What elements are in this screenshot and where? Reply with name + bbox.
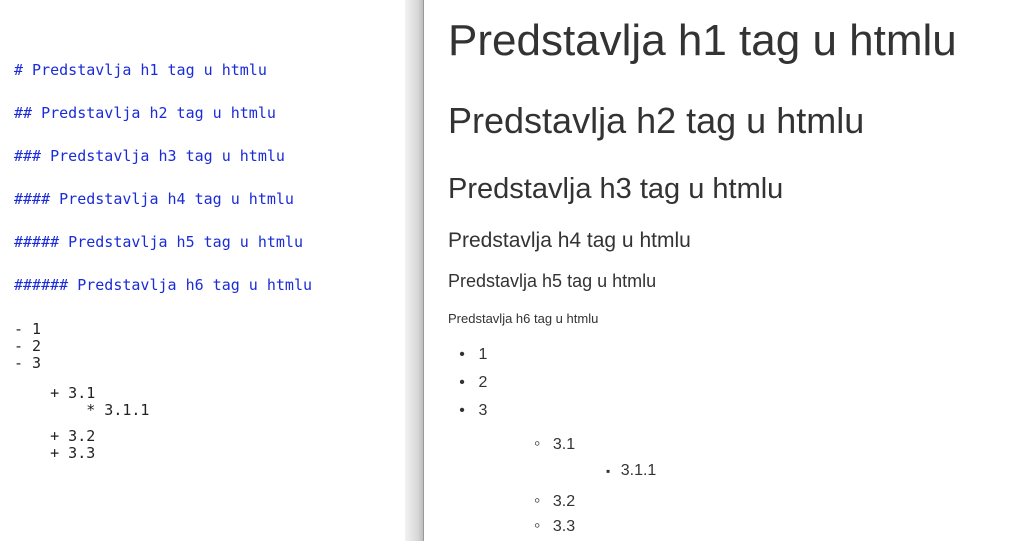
- list-item: 2: [456, 374, 487, 392]
- list-item-label: 2: [478, 374, 488, 391]
- preview-h5: Predstavlja h5 tag u htmlu: [448, 271, 657, 291]
- disc-bullet-icon: [456, 374, 468, 392]
- editor-line-h5[interactable]: ##### Predstavlja h5 tag u htmlu: [14, 234, 303, 251]
- list-item: 3.1.1: [606, 462, 657, 480]
- editor-line-list-1[interactable]: - 1: [14, 321, 41, 338]
- list-item-label: 3.2: [552, 493, 576, 510]
- list-item-label: 1: [478, 346, 488, 363]
- circle-bullet-icon: [534, 515, 540, 536]
- preview-h1: Predstavlja h1 tag u htmlu: [448, 16, 957, 65]
- preview-h3: Predstavlja h3 tag u htmlu: [448, 173, 784, 205]
- list-item-label: 3: [478, 402, 488, 419]
- editor-line-h6[interactable]: ###### Predstavlja h6 tag u htmlu: [14, 277, 312, 294]
- list-item: 3: [456, 402, 487, 420]
- pane-splitter-shadow[interactable]: [405, 0, 423, 541]
- circle-bullet-icon: [534, 433, 540, 454]
- disc-bullet-icon: [456, 402, 468, 420]
- list-item: 3.3: [534, 515, 575, 536]
- list-item: 1: [456, 346, 487, 364]
- editor-line-list-2[interactable]: - 2: [14, 338, 41, 355]
- editor-line-list-3-1-1[interactable]: * 3.1.1: [14, 402, 149, 419]
- preview-h2: Predstavlja h2 tag u htmlu: [448, 100, 865, 141]
- html-preview: Predstavlja h1 tag u htmlu Predstavlja h…: [424, 0, 1015, 541]
- preview-h6: Predstavlja h6 tag u htmlu: [448, 311, 599, 326]
- list-item: 3.1: [534, 433, 575, 454]
- markdown-editor[interactable]: # Predstavlja h1 tag u htmlu ## Predstav…: [0, 0, 405, 541]
- preview-h4: Predstavlja h4 tag u htmlu: [448, 229, 691, 252]
- list-item-label: 3.3: [552, 518, 576, 535]
- editor-line-list-3-3[interactable]: + 3.3: [14, 445, 95, 462]
- editor-line-list-3-2[interactable]: + 3.2: [14, 428, 95, 445]
- editor-line-list-3[interactable]: - 3: [14, 355, 41, 372]
- editor-line-h1[interactable]: # Predstavlja h1 tag u htmlu: [14, 62, 267, 79]
- markdown-app: # Predstavlja h1 tag u htmlu ## Predstav…: [0, 0, 1015, 541]
- editor-line-h2[interactable]: ## Predstavlja h2 tag u htmlu: [14, 105, 276, 122]
- square-bullet-icon: [606, 462, 610, 480]
- list-item-label: 3.1.1: [620, 462, 657, 479]
- editor-line-h3[interactable]: ### Predstavlja h3 tag u htmlu: [14, 148, 285, 165]
- list-item: 3.2: [534, 490, 575, 511]
- circle-bullet-icon: [534, 490, 540, 511]
- disc-bullet-icon: [456, 346, 468, 364]
- editor-line-list-3-1[interactable]: + 3.1: [14, 385, 95, 402]
- editor-line-h4[interactable]: #### Predstavlja h4 tag u htmlu: [14, 191, 294, 208]
- list-item-label: 3.1: [552, 436, 576, 453]
